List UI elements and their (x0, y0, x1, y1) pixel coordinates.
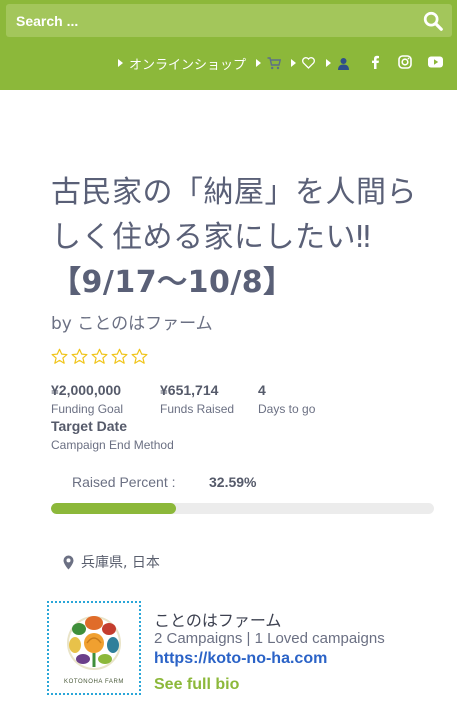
campaign-author-byline[interactable]: by ことのはファーム (51, 309, 213, 334)
nav-item-label: オンラインショップ (129, 56, 247, 72)
star-outline-icon[interactable] (111, 348, 128, 365)
cart-icon (267, 56, 281, 69)
funding-progress-fill (51, 503, 176, 514)
search-icon[interactable] (422, 10, 444, 32)
nav-wishlist[interactable] (291, 53, 315, 73)
stat-label: Campaign End Method (51, 438, 174, 452)
logo-caption: KOTONOHA FARM (63, 679, 125, 685)
caret-right-icon (118, 59, 123, 67)
see-full-bio-link[interactable]: See full bio (154, 676, 239, 694)
raised-percent-value: 32.59% (209, 474, 257, 490)
author-name[interactable]: ことのはファーム (154, 607, 281, 631)
nav-item-online-shop[interactable]: オンラインショップ (118, 54, 246, 73)
caret-right-icon (291, 59, 296, 67)
location-text: 兵庫県, 日本 (81, 555, 160, 571)
rating-stars[interactable] (51, 348, 148, 365)
stat-value: 4 (258, 382, 266, 398)
map-pin-icon (63, 555, 74, 569)
search-box (6, 4, 452, 37)
star-outline-icon[interactable] (71, 348, 88, 365)
stat-label: Days to go (258, 402, 316, 416)
author-logo[interactable]: KOTONOHA FARM (47, 601, 141, 695)
author-website-link[interactable]: https://koto-no-ha.com (154, 650, 327, 668)
stat-label: Funding Goal (51, 402, 124, 416)
stat-label: Funds Raised (160, 402, 235, 416)
raised-percent-label: Raised Percent : (72, 474, 176, 490)
stat-funding-goal: ¥2,000,000 Funding Goal (51, 382, 123, 416)
heart-icon (302, 57, 315, 69)
caret-right-icon (256, 59, 261, 67)
nav-cart[interactable] (256, 53, 281, 73)
campaign-title-line: 古民家の「納屋」を人間ら (51, 175, 417, 210)
stat-value: Target Date (51, 418, 127, 434)
stat-value: ¥2,000,000 (51, 382, 122, 398)
campaign-title: 古民家の「納屋」を人間ら しく住める家にしたい‼ 【9/17〜10/8】 (51, 170, 421, 305)
stat-funds-raised: ¥651,714 Funds Raised (160, 382, 234, 416)
star-outline-icon[interactable] (91, 348, 108, 365)
youtube-icon[interactable] (428, 56, 443, 68)
caret-right-icon (326, 59, 331, 67)
top-bar: オンラインショップ (0, 0, 457, 90)
search-input[interactable] (6, 4, 406, 37)
author-campaign-stats: 2 Campaigns | 1 Loved campaigns (154, 630, 385, 647)
funding-progress-bar (51, 503, 434, 514)
star-outline-icon[interactable] (131, 348, 148, 365)
facebook-icon[interactable] (370, 55, 380, 69)
instagram-icon[interactable] (398, 55, 412, 69)
star-outline-icon[interactable] (51, 348, 68, 365)
stat-days-to-go: 4 Days to go (258, 382, 315, 416)
stat-end-method: Target Date Campaign End Method (51, 418, 174, 452)
nav-account[interactable] (326, 53, 350, 73)
user-icon (338, 57, 349, 70)
campaign-title-dates: 【9/17〜10/8】 (51, 265, 294, 300)
nav-menu: オンラインショップ (118, 53, 246, 73)
stat-value: ¥651,714 (160, 382, 219, 398)
campaign-location: 兵庫県, 日本 (63, 552, 160, 572)
campaign-title-line: しく住める家にしたい‼ (51, 220, 372, 255)
